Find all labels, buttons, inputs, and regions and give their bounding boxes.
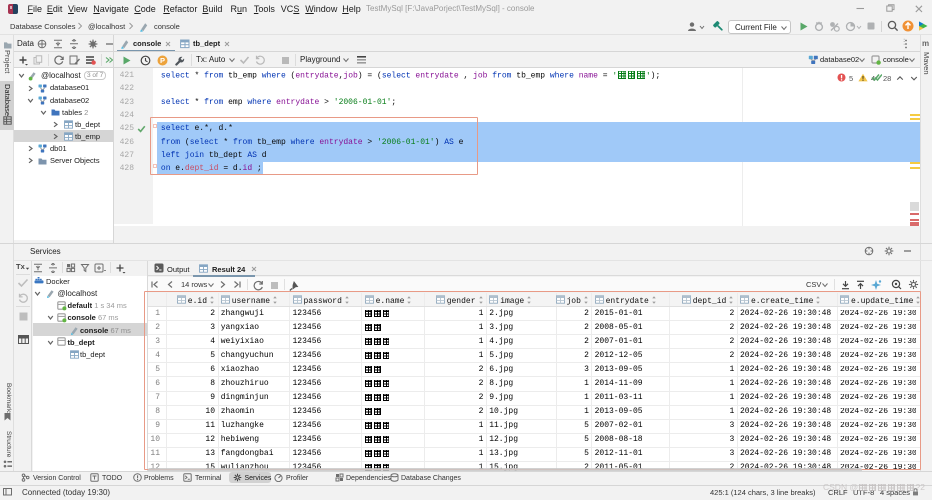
svg-text:P: P (160, 56, 165, 65)
